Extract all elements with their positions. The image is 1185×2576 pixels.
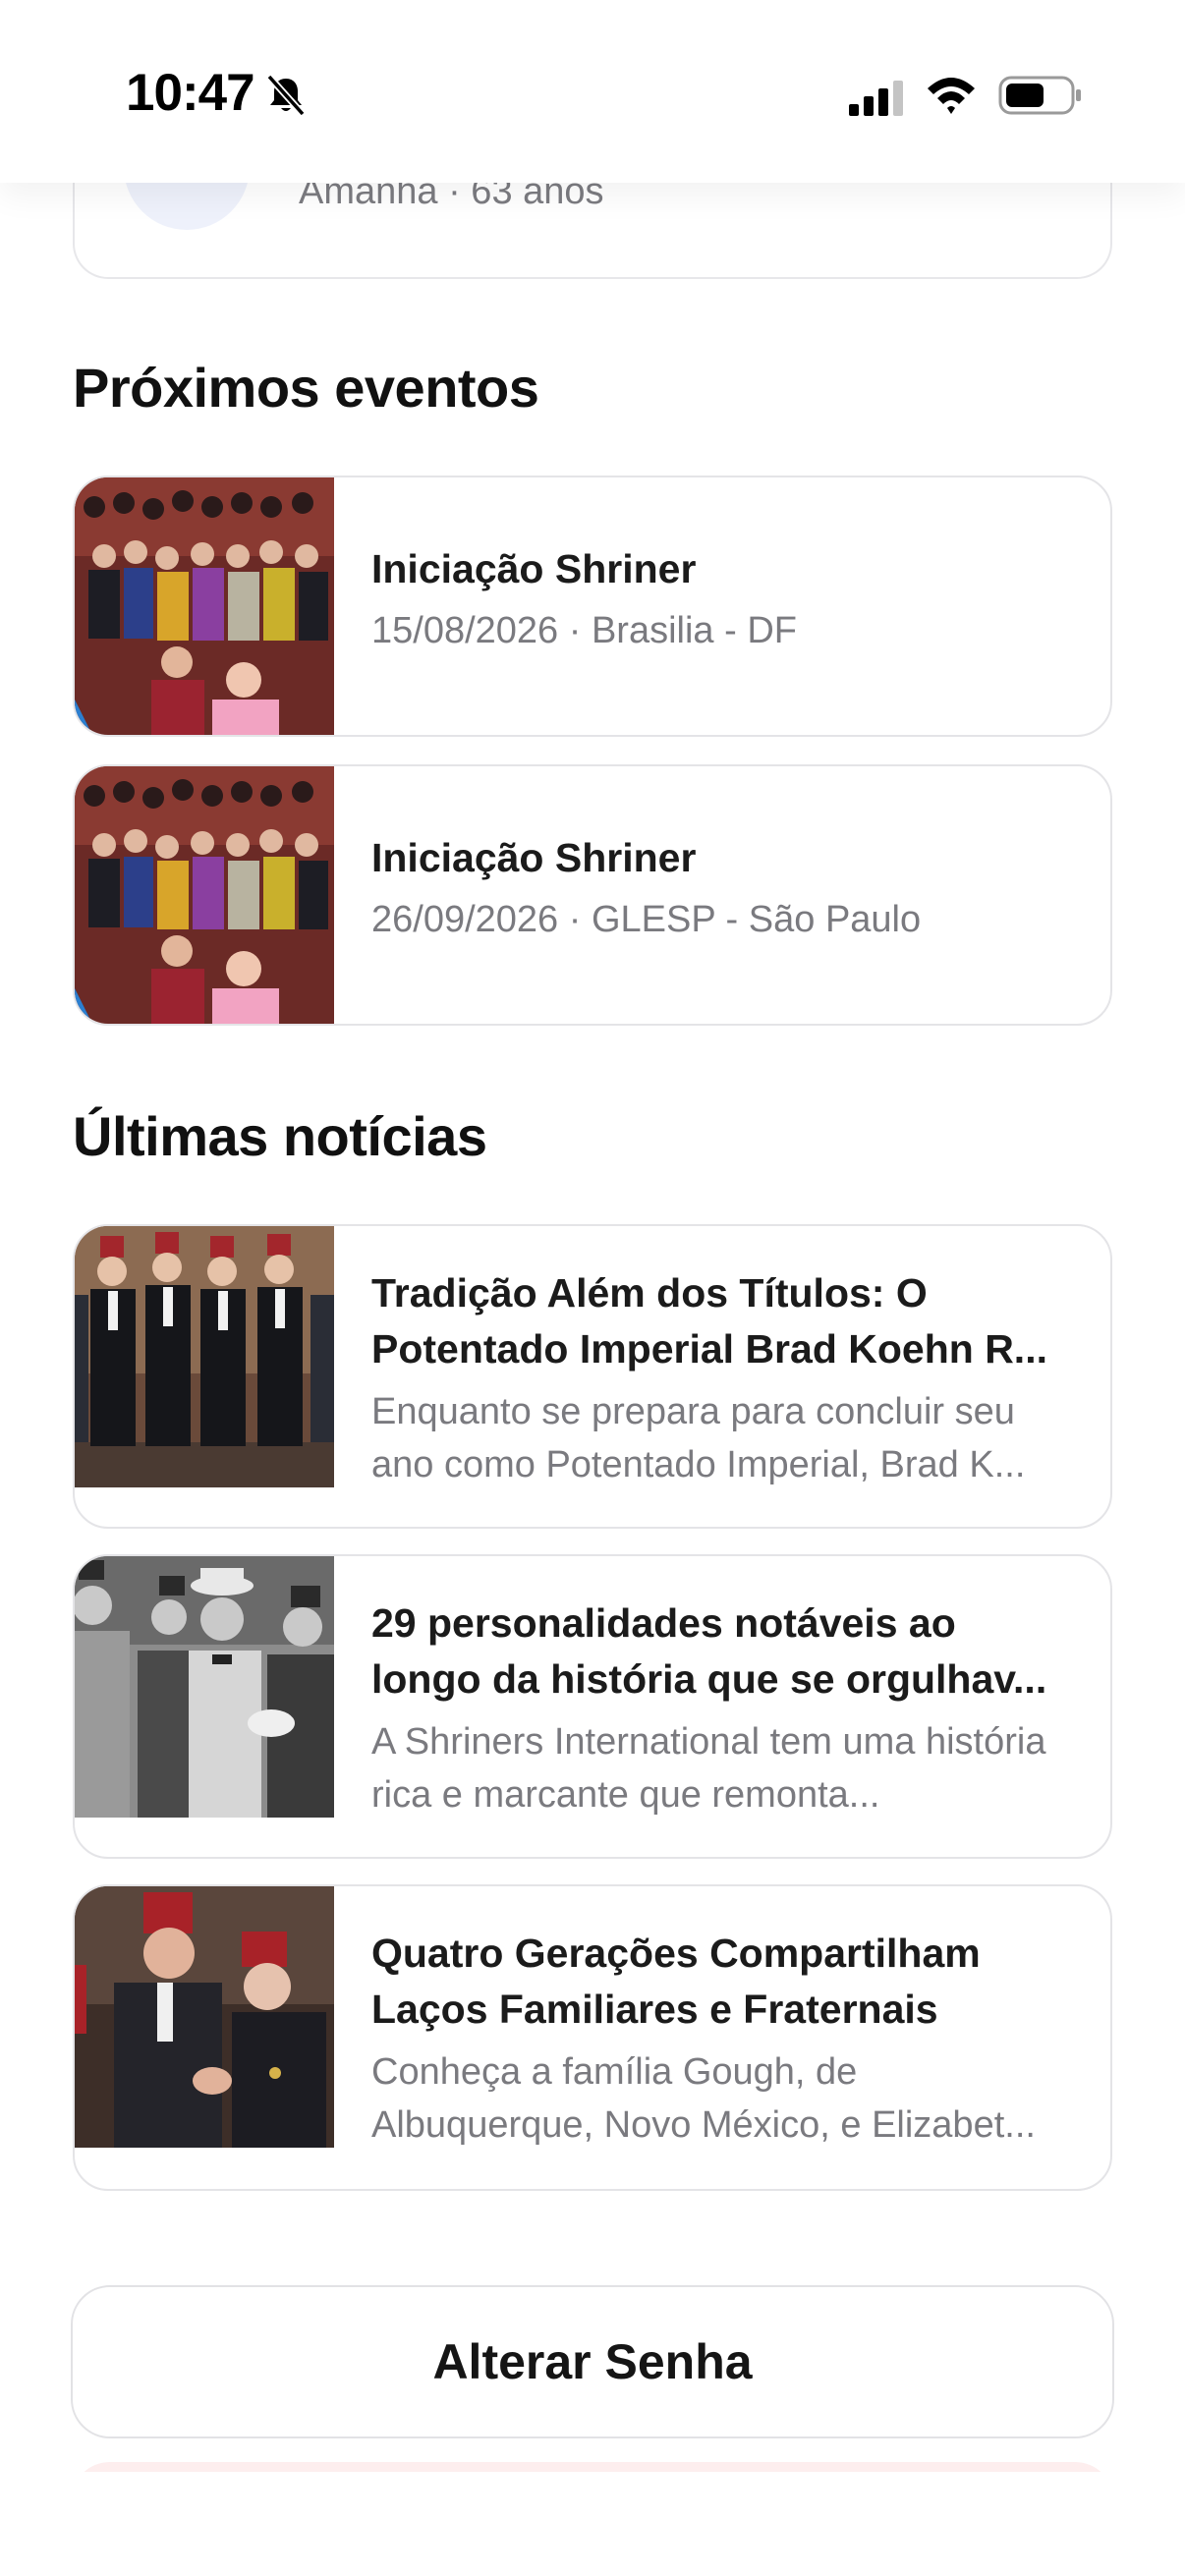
news-card[interactable]: Tradição Além dos Títulos: O Potentado I… xyxy=(73,1224,1112,1529)
event-photo xyxy=(75,766,334,1024)
news-section-title: Últimas notícias xyxy=(73,1105,487,1167)
news-excerpt: Conheça a família Gough, de Albuquerque,… xyxy=(371,2051,1036,2146)
status-time: 10:47 xyxy=(126,64,255,122)
event-photo xyxy=(75,477,334,735)
event-title: Iniciação Shriner xyxy=(371,835,697,880)
wifi-icon xyxy=(928,78,975,114)
news-title: 29 personalidades notáveis ao longo da h… xyxy=(371,1600,1047,1702)
news-card[interactable]: Quatro Gerações Compartilham Laços Famil… xyxy=(73,1884,1112,2191)
event-title: Iniciação Shriner xyxy=(371,546,697,591)
events-section-title: Próximos eventos xyxy=(73,357,539,419)
news-photo xyxy=(75,1886,334,2148)
news-photo xyxy=(75,1226,334,1487)
news-card[interactable]: 29 personalidades notáveis ao longo da h… xyxy=(73,1554,1112,1859)
bell-slash-icon xyxy=(266,74,306,117)
news-excerpt: A Shriners International tem uma históri… xyxy=(371,1721,1046,1816)
event-card[interactable]: Iniciação Shriner 26/09/2026 · GLESP - S… xyxy=(73,764,1112,1026)
event-date-location: 26/09/2026 · GLESP - São Paulo xyxy=(371,899,922,940)
cellular-signal-icon xyxy=(849,81,903,116)
battery-icon xyxy=(998,76,1081,115)
news-excerpt: Enquanto se prepara para concluir seu an… xyxy=(371,1391,1026,1485)
event-card[interactable]: Iniciação Shriner 15/08/2026 · Brasilia … xyxy=(73,476,1112,737)
news-title: Tradição Além dos Títulos: O Potentado I… xyxy=(371,1270,1047,1372)
bottom-fade xyxy=(0,2472,1185,2576)
news-title: Quatro Gerações Compartilham Laços Famil… xyxy=(371,1931,981,2032)
change-password-button[interactable]: Alterar Senha xyxy=(71,2285,1114,2438)
status-bar: 10:47 xyxy=(0,0,1185,183)
news-photo xyxy=(75,1556,334,1818)
event-date-location: 15/08/2026 · Brasilia - DF xyxy=(371,610,797,651)
